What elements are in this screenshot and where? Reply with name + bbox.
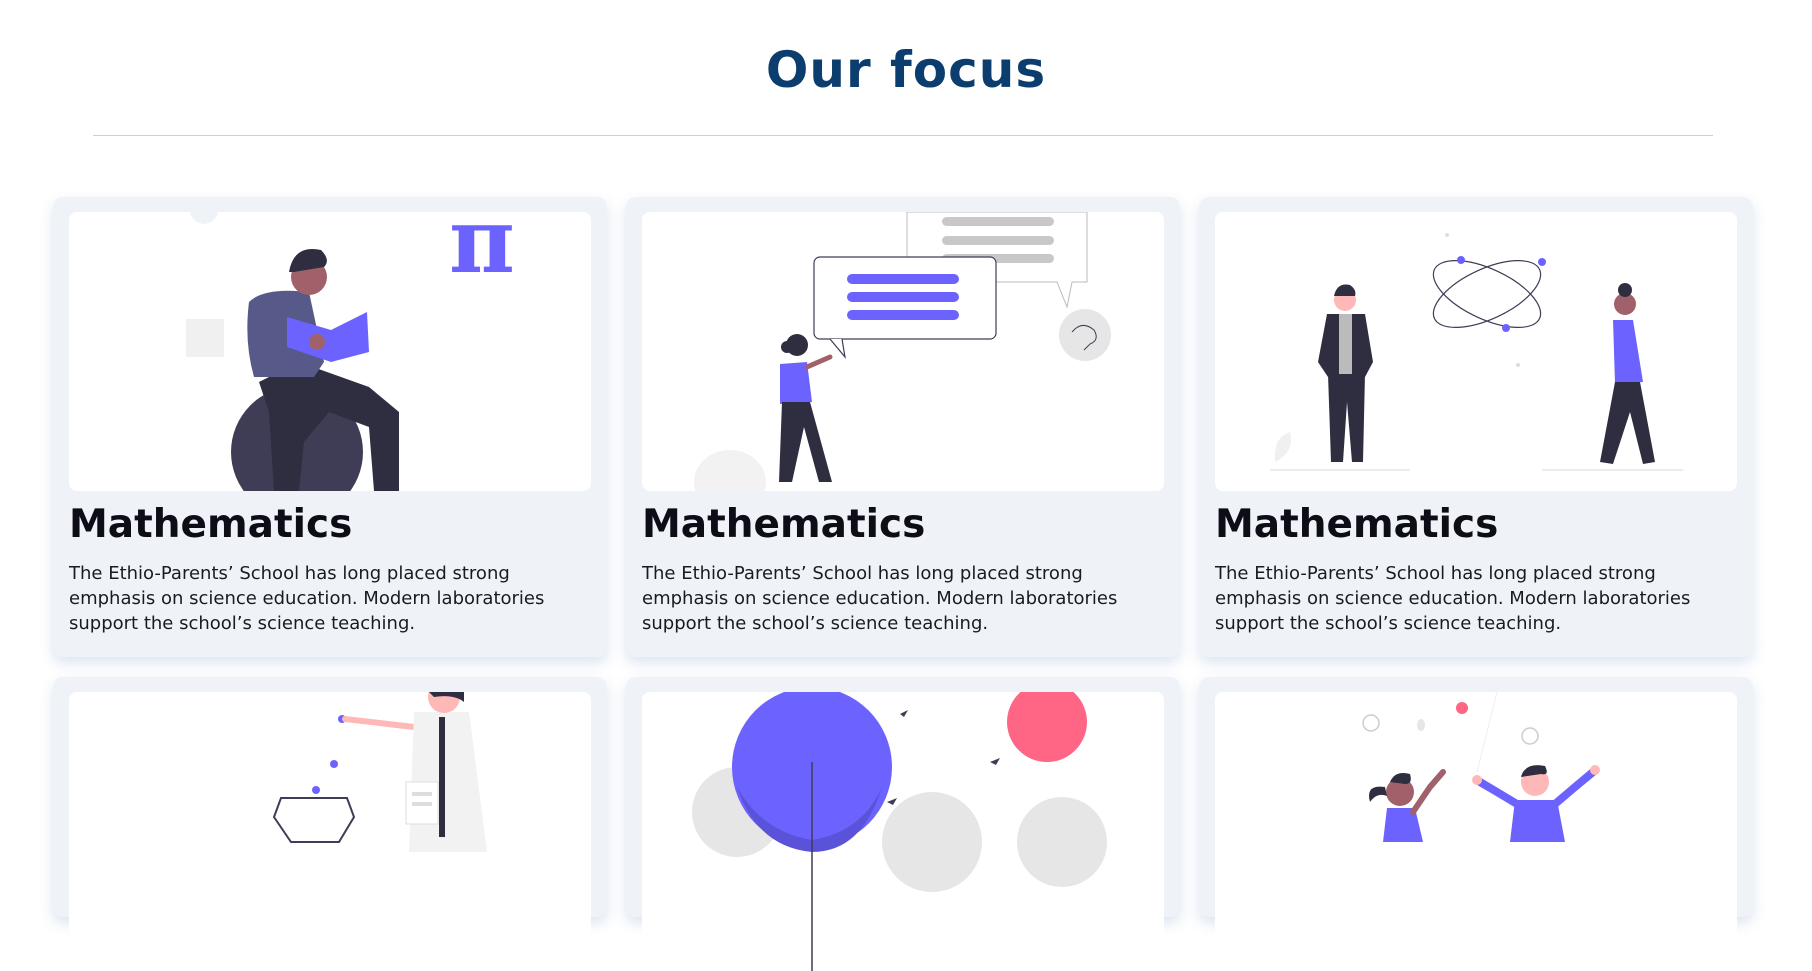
svg-text:π: π — [449, 212, 515, 294]
focus-card[interactable]: π Mathematics The Ethio-Parents’ School … — [53, 197, 607, 657]
card-text: The Ethio-Parents’ School has long place… — [69, 563, 545, 634]
card-title: Mathematics — [69, 502, 353, 547]
title-divider — [93, 135, 1713, 136]
card-title: Mathematics — [1215, 502, 1499, 547]
focus-card[interactable]: Mathematics The Ethio-Parents’ School ha… — [1199, 197, 1753, 657]
card-text: The Ethio-Parents’ School has long place… — [1215, 563, 1691, 634]
focus-card[interactable] — [53, 677, 607, 971]
speech-bubbles-illustration — [642, 212, 1164, 491]
lab-scientist-illustration — [69, 692, 591, 971]
celebrating-people-illustration — [1215, 692, 1737, 971]
atom-people-illustration — [1215, 212, 1737, 491]
nature-circles-illustration — [642, 692, 1164, 971]
section-title: Our focus — [765, 41, 1047, 99]
focus-card[interactable]: Mathematics The Ethio-Parents’ School ha… — [626, 197, 1180, 657]
card-title: Mathematics — [642, 502, 926, 547]
reading-person-pi-illustration: π — [69, 212, 591, 491]
focus-card[interactable] — [1199, 677, 1753, 971]
focus-card[interactable] — [626, 677, 1180, 971]
card-text: The Ethio-Parents’ School has long place… — [642, 563, 1118, 634]
